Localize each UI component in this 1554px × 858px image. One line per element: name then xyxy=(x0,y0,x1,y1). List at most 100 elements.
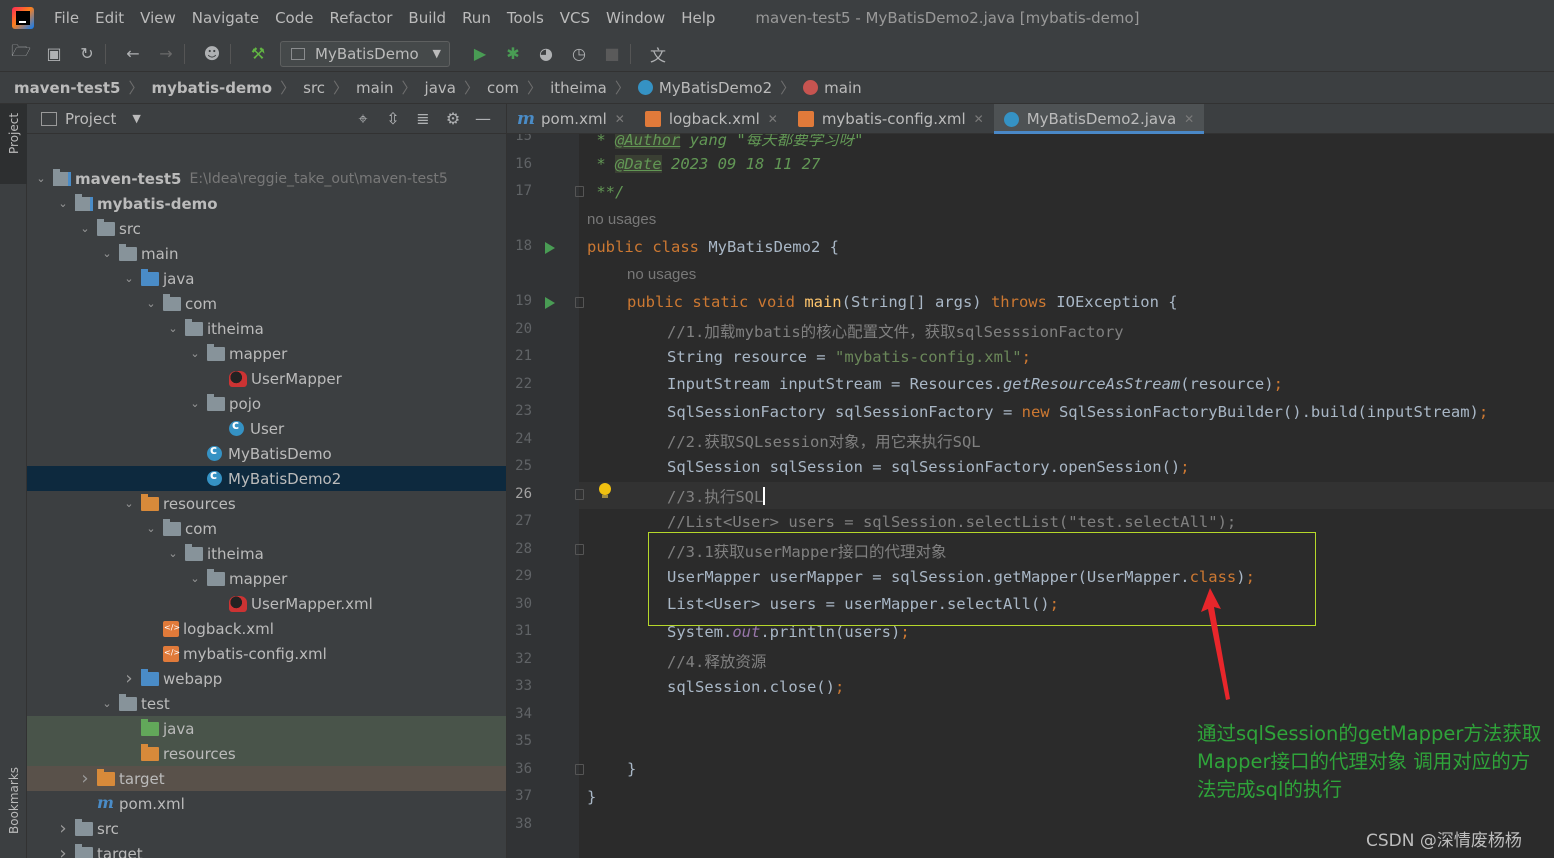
tree-item[interactable]: User xyxy=(27,416,506,441)
breadcrumb-src[interactable]: src xyxy=(303,79,325,97)
fold-marker-icon[interactable] xyxy=(575,764,584,775)
menu-run[interactable]: Run xyxy=(462,9,491,27)
menu-vcs[interactable]: VCS xyxy=(560,9,590,27)
tree-item[interactable]: ⌄ com xyxy=(27,291,506,316)
tree-item[interactable]: ⌄ com xyxy=(27,516,506,541)
locate-target-icon[interactable]: ⌖ xyxy=(348,109,378,129)
tree-item[interactable]: ⌄ maven-test5 E:\Idea\reggie_take_out\mave… xyxy=(27,166,506,191)
tree-item[interactable]: UserMapper xyxy=(27,366,506,391)
breadcrumb-class[interactable]: MyBatisDemo2 xyxy=(659,79,772,97)
run-class-icon[interactable] xyxy=(545,242,555,254)
chevron-down-icon[interactable]: ⌄ xyxy=(187,347,203,360)
save-icon[interactable]: ▣ xyxy=(44,44,64,64)
menu-refactor[interactable]: Refactor xyxy=(329,9,392,27)
tree-item[interactable]: MyBatisDemo2 xyxy=(27,466,506,491)
breadcrumb-module[interactable]: mybatis-demo xyxy=(152,79,273,97)
chevron-down-icon[interactable]: ⌄ xyxy=(33,172,49,185)
chevron-down-icon[interactable]: ⌄ xyxy=(121,497,137,510)
close-icon[interactable]: ✕ xyxy=(974,112,984,126)
fold-marker-icon[interactable] xyxy=(575,297,584,308)
sync-icon[interactable]: ↻ xyxy=(77,44,97,64)
tree-item[interactable]: ⌄ mapper xyxy=(27,341,506,366)
breadcrumb-itheima[interactable]: itheima xyxy=(550,79,607,97)
tab-mybatis-config-xml[interactable]: mybatis-config.xml ✕ xyxy=(788,104,994,134)
hide-panel-icon[interactable]: — xyxy=(468,109,498,129)
lightbulb-icon[interactable] xyxy=(599,483,611,498)
menu-help[interactable]: Help xyxy=(681,9,715,27)
chevron-down-icon[interactable]: ⌄ xyxy=(143,522,159,535)
chevron-down-icon[interactable]: ⌄ xyxy=(187,572,203,585)
tree-item[interactable]: java xyxy=(27,716,506,741)
project-tool-button[interactable]: Project xyxy=(0,104,27,184)
chevron-right-icon[interactable]: › xyxy=(77,768,93,789)
menu-tools[interactable]: Tools xyxy=(507,9,544,27)
translate-icon[interactable]: 文 xyxy=(648,44,668,65)
breadcrumb-main[interactable]: main xyxy=(356,79,393,97)
tree-item[interactable]: ⌄ pojo xyxy=(27,391,506,416)
no-usages-hint[interactable]: no usages xyxy=(627,266,696,283)
run-main-icon[interactable] xyxy=(545,297,555,309)
menu-code[interactable]: Code xyxy=(275,9,313,27)
menu-window[interactable]: Window xyxy=(606,9,665,27)
menu-build[interactable]: Build xyxy=(408,9,446,27)
tree-item[interactable]: ⌄ mapper xyxy=(27,566,506,591)
tree-item[interactable]: › target xyxy=(27,766,506,791)
tree-item[interactable]: UserMapper.xml xyxy=(27,591,506,616)
debug-bug-icon[interactable]: ✱ xyxy=(503,44,523,64)
open-folder-icon[interactable]: 🗁 xyxy=(11,41,31,64)
tree-item[interactable]: › webapp xyxy=(27,666,506,691)
close-icon[interactable]: ✕ xyxy=(768,112,778,126)
fold-marker-icon[interactable] xyxy=(575,489,584,500)
tree-item[interactable]: ⌄ itheima xyxy=(27,541,506,566)
tree-item[interactable]: ⌄ test xyxy=(27,691,506,716)
chevron-right-icon[interactable]: › xyxy=(55,843,71,858)
breadcrumb-java[interactable]: java xyxy=(425,79,456,97)
menu-edit[interactable]: Edit xyxy=(95,9,124,27)
gear-icon[interactable]: ⚙ xyxy=(438,109,468,129)
bookmarks-stripe-label[interactable]: Bookmarks xyxy=(7,767,21,834)
chevron-down-icon[interactable]: ⌄ xyxy=(77,222,93,235)
tree-item[interactable]: mybatis-config.xml xyxy=(27,641,506,666)
build-hammer-icon[interactable]: ⚒ xyxy=(248,44,268,64)
run-icon[interactable]: ▶ xyxy=(470,44,490,64)
back-arrow-icon[interactable]: ← xyxy=(123,44,143,64)
close-icon[interactable]: ✕ xyxy=(1184,112,1194,126)
forward-arrow-icon[interactable]: → xyxy=(156,44,176,64)
tree-item[interactable]: › src xyxy=(27,816,506,841)
project-panel-title[interactable]: Project xyxy=(65,110,116,128)
collapse-all-icon[interactable]: ≣ xyxy=(408,109,438,129)
user-icon[interactable]: ☻ xyxy=(202,44,222,64)
tree-item[interactable]: ⌄ itheima xyxy=(27,316,506,341)
chevron-down-icon[interactable]: ⌄ xyxy=(165,547,181,560)
no-usages-hint[interactable]: no usages xyxy=(587,211,656,228)
fold-marker-icon[interactable] xyxy=(575,544,584,555)
breadcrumb-com[interactable]: com xyxy=(487,79,519,97)
chevron-right-icon[interactable]: › xyxy=(121,668,137,689)
chevron-down-icon[interactable]: ⌄ xyxy=(121,272,137,285)
tree-item[interactable]: m pom.xml xyxy=(27,791,506,816)
tree-item[interactable]: MyBatisDemo xyxy=(27,441,506,466)
expand-all-icon[interactable]: ⇳ xyxy=(378,109,408,129)
tree-item[interactable]: resources xyxy=(27,741,506,766)
run-configuration-select[interactable]: MyBatisDemo ▼ xyxy=(280,40,450,67)
coverage-icon[interactable]: ◕ xyxy=(536,44,556,64)
fold-marker-icon[interactable] xyxy=(575,186,584,197)
menu-view[interactable]: View xyxy=(140,9,176,27)
breadcrumb-method[interactable]: main xyxy=(824,79,861,97)
tree-item[interactable]: ⌄ mybatis-demo xyxy=(27,191,506,216)
chevron-down-icon[interactable]: ⌄ xyxy=(187,397,203,410)
chevron-down-icon[interactable]: ⌄ xyxy=(143,297,159,310)
breadcrumb-project[interactable]: maven-test5 xyxy=(14,79,121,97)
chevron-down-icon[interactable]: ⌄ xyxy=(165,322,181,335)
tab-logback-xml[interactable]: logback.xml ✕ xyxy=(635,104,788,134)
close-icon[interactable]: ✕ xyxy=(615,112,625,126)
tree-item[interactable]: ⌄ main xyxy=(27,241,506,266)
chevron-down-icon[interactable]: ⌄ xyxy=(99,247,115,260)
stop-icon[interactable]: ■ xyxy=(602,44,622,64)
tree-item[interactable]: ⌄ src xyxy=(27,216,506,241)
chevron-down-icon[interactable]: ▼ xyxy=(132,112,140,125)
tab-pom-xml[interactable]: m pom.xml ✕ xyxy=(507,104,635,134)
chevron-down-icon[interactable]: ⌄ xyxy=(55,197,71,210)
tree-item[interactable]: logback.xml xyxy=(27,616,506,641)
tree-item[interactable]: › target xyxy=(27,841,506,858)
